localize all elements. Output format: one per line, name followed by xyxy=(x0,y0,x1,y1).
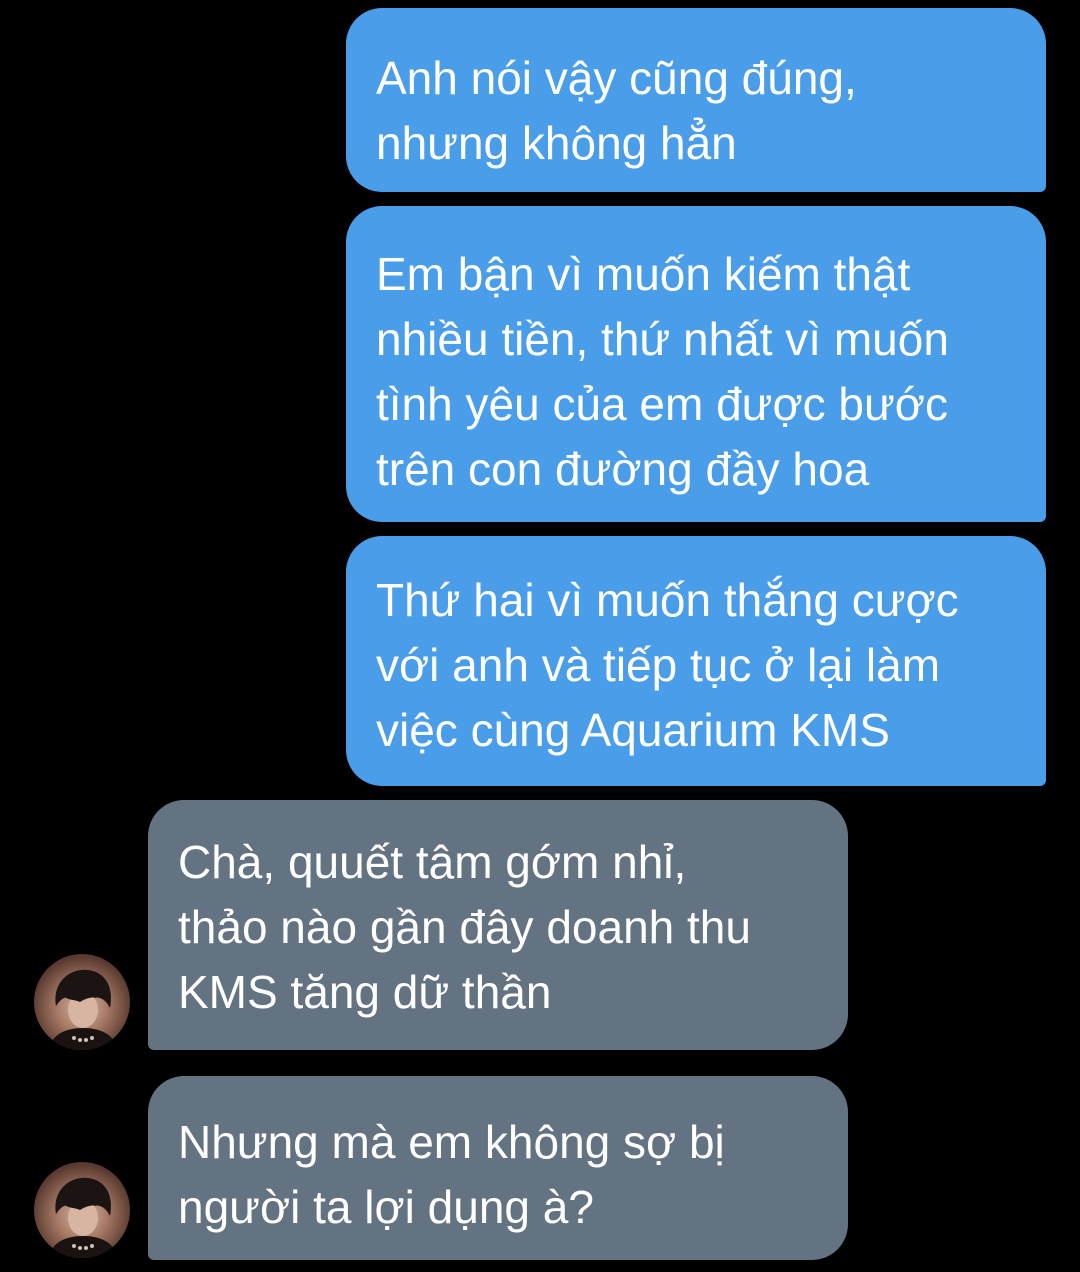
received-message-bubble[interactable]: Chà, quuết tâm gớm nhỉ, thảo nào gần đây… xyxy=(148,800,848,1050)
sent-message-bubble[interactable]: Anh nói vậy cũng đúng, nhưng không hẳn xyxy=(346,8,1046,192)
contact-avatar-icon[interactable] xyxy=(34,954,130,1050)
sent-message-bubble[interactable]: Em bận vì muốn kiếm thật nhiều tiền, thứ… xyxy=(346,206,1046,522)
avatar-portrait-icon xyxy=(48,969,118,1050)
sent-message-bubble[interactable]: Thứ hai vì muốn thắng cược với anh và ti… xyxy=(346,536,1046,786)
contact-avatar-icon[interactable] xyxy=(34,1162,130,1258)
received-message-bubble[interactable]: Nhưng mà em không sợ bị người ta lợi dụn… xyxy=(148,1076,848,1260)
avatar-portrait-icon xyxy=(48,1177,118,1258)
